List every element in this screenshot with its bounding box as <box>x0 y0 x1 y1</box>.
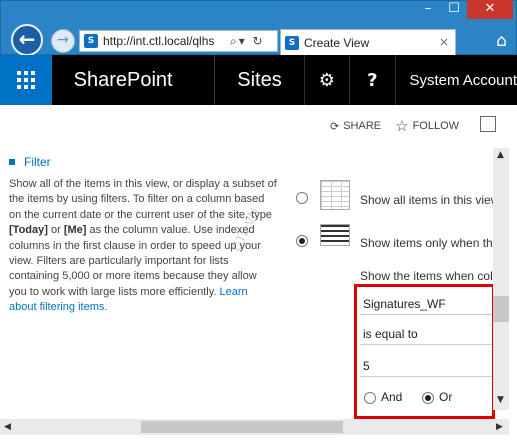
vertical-scroll-thumb[interactable] <box>493 296 509 322</box>
close-window-button[interactable]: ✕ <box>467 0 513 19</box>
vertical-scrollbar[interactable] <box>493 148 509 410</box>
show-only-radio[interactable] <box>296 235 308 247</box>
share-link[interactable]: SHARE <box>343 120 381 132</box>
forward-arrow-icon[interactable]: → <box>51 29 75 53</box>
address-url[interactable]: http://int.ctl.local/qlhs <box>103 34 227 48</box>
app-launcher-icon[interactable] <box>0 55 52 105</box>
sharepoint-favicon-icon: S <box>84 34 98 48</box>
all-items-grid-icon <box>320 180 350 210</box>
maximize-button[interactable]: ☐ <box>441 0 467 19</box>
share-icon[interactable]: ⟳ <box>330 120 339 133</box>
scroll-left-icon[interactable]: ◀ <box>4 422 11 432</box>
suite-bar: SharePoint Sites ⚙ ? System Account <box>0 55 517 105</box>
filter-heading: Filter <box>24 155 51 169</box>
brand-title[interactable]: SharePoint <box>74 69 215 92</box>
desc-text: Show all of the items in this view, or d… <box>9 178 277 221</box>
scroll-up-icon[interactable]: ▲ <box>497 150 504 160</box>
window-controls: – ☐ ✕ <box>415 0 513 20</box>
focus-content-icon[interactable] <box>480 116 496 132</box>
show-only-label: Show items only when the following is tr… <box>360 236 493 250</box>
scroll-down-icon[interactable]: ▼ <box>497 395 504 405</box>
address-bar[interactable]: S http://int.ctl.local/qlhs ⌕▾ ↻ <box>79 30 278 52</box>
settings-gear-icon[interactable]: ⚙ <box>305 70 350 91</box>
back-arrow-icon[interactable]: ← <box>11 24 43 56</box>
help-icon[interactable]: ? <box>350 70 395 91</box>
follow-link[interactable]: FOLLOW <box>413 120 459 132</box>
search-refresh-icons[interactable]: ⌕▾ ↻ <box>230 34 265 49</box>
follow-star-icon[interactable]: ☆ <box>395 117 408 135</box>
show-when-label: Show the items when column <box>360 269 493 283</box>
divider <box>394 55 396 105</box>
sites-link[interactable]: Sites <box>215 69 303 92</box>
page-actions: ⟳ SHARE ☆ FOLLOW <box>330 117 463 135</box>
show-all-radio[interactable] <box>296 192 308 204</box>
home-icon[interactable]: ⌂ <box>496 31 507 51</box>
me-token: [Me] <box>63 224 87 237</box>
filter-section-header[interactable]: Filter <box>9 155 51 169</box>
highlight-box <box>354 284 495 419</box>
today-token: [Today] <box>9 224 48 237</box>
filtered-items-grid-icon <box>320 224 350 246</box>
collapse-icon[interactable] <box>9 159 15 165</box>
show-all-label: Show all items in this view <box>360 193 493 207</box>
tab-title: Create View <box>304 35 370 50</box>
browser-tab[interactable]: S Create View × <box>280 29 456 55</box>
horizontal-scroll-thumb[interactable] <box>141 421 343 433</box>
minimize-button[interactable]: – <box>415 0 441 19</box>
account-menu[interactable]: System Account <box>409 72 517 89</box>
desc-or: or <box>50 224 61 237</box>
sharepoint-tab-icon: S <box>285 35 299 50</box>
scroll-right-icon[interactable]: ▶ <box>496 422 503 432</box>
tab-close-icon[interactable]: × <box>439 35 449 49</box>
